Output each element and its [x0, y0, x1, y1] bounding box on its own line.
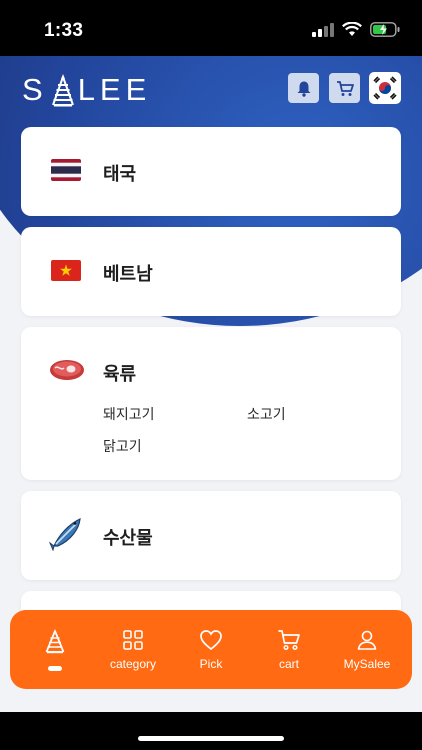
language-button[interactable] [369, 72, 401, 104]
korea-flag-icon [373, 76, 397, 100]
active-indicator [48, 666, 62, 671]
home-indicator-area [0, 712, 422, 750]
nav-label: Pick [199, 656, 223, 671]
nav-mysalee[interactable]: MySalee [332, 629, 402, 671]
battery-charging-icon [370, 22, 400, 37]
nav-home[interactable] [20, 628, 90, 671]
subcategory-chicken[interactable]: 닭고기 [103, 436, 142, 456]
category-label: 수산물 [103, 528, 153, 549]
nav-category[interactable]: category [98, 629, 168, 671]
logo-text-left: S [22, 72, 48, 107]
wifi-icon [342, 22, 362, 36]
category-label: 베트남 [103, 264, 153, 285]
bell-icon [297, 81, 310, 97]
heart-icon [200, 629, 222, 650]
fish-icon [49, 518, 81, 551]
cellular-signal-icon [312, 22, 334, 37]
cart-icon [278, 629, 300, 650]
app-screen: S LEE 태국 베트남 육류 돼지고기 소고기 닭고기 수산물 categor… [0, 56, 422, 712]
notifications-button[interactable] [288, 73, 319, 103]
meat-icon [50, 360, 84, 380]
salee-logo[interactable]: S LEE [22, 72, 151, 108]
category-card-vietnam[interactable]: 베트남 [21, 227, 401, 316]
cart-icon [336, 80, 354, 96]
nav-label: cart [278, 656, 299, 671]
status-icons [312, 22, 400, 37]
logo-text-right: LEE [77, 72, 152, 107]
grid-icon [123, 629, 143, 650]
nav-label: MySalee [343, 656, 391, 671]
category-card-thailand[interactable]: 태국 [21, 127, 401, 216]
thailand-flag-icon [51, 159, 81, 181]
vietnam-flag-icon [51, 260, 81, 281]
nav-pick[interactable]: Pick [176, 629, 246, 671]
subcategory-pork[interactable]: 돼지고기 [103, 404, 155, 424]
nav-cart[interactable]: cart [254, 629, 324, 671]
subcategory-beef[interactable]: 소고기 [247, 404, 286, 424]
status-bar: 1:33 [0, 0, 422, 56]
home-tree-icon [45, 629, 65, 654]
logo-tree-icon [51, 74, 74, 107]
user-icon [357, 630, 377, 650]
category-label: 육류 [103, 364, 137, 385]
bottom-navigation: category Pick cart MySalee [10, 610, 412, 689]
category-card-seafood[interactable]: 수산물 [21, 491, 401, 580]
status-time: 1:33 [44, 20, 84, 41]
header-cart-button[interactable] [329, 73, 360, 103]
category-card-meat[interactable]: 육류 돼지고기 소고기 닭고기 [21, 327, 401, 480]
home-indicator[interactable] [138, 736, 284, 741]
category-label: 태국 [103, 164, 137, 185]
nav-label: category [109, 656, 157, 671]
